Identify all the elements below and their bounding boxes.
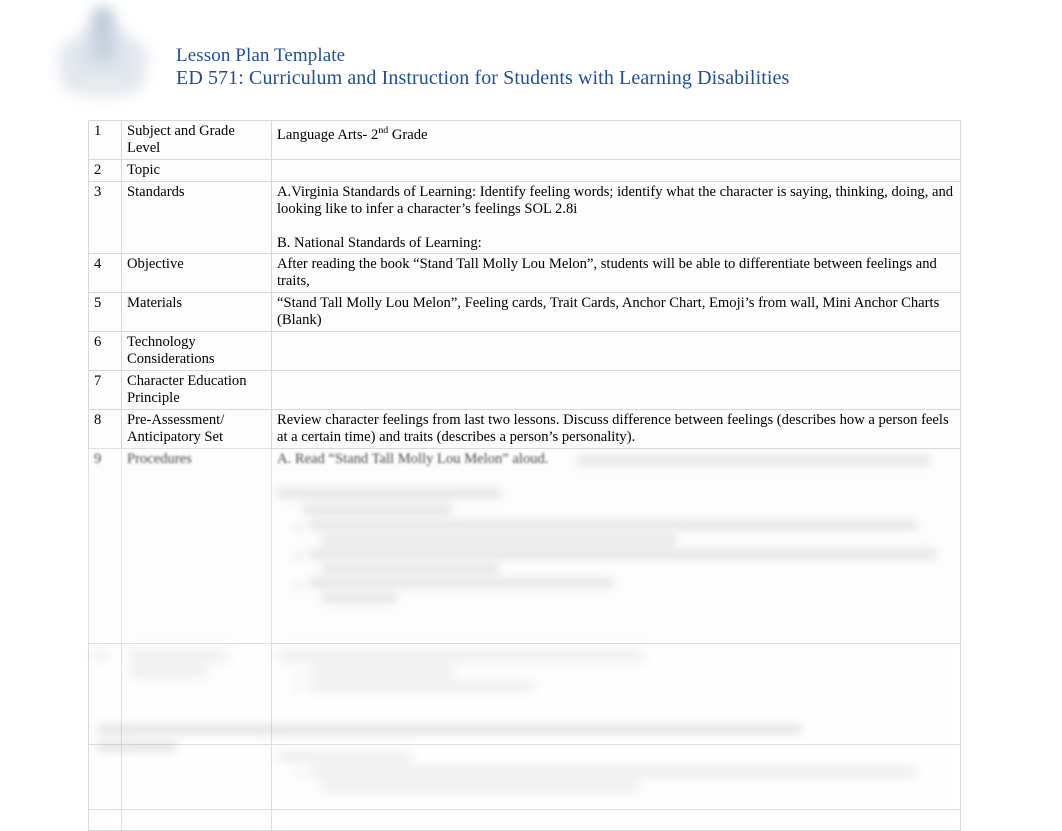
row-content: “Stand Tall Molly Lou Melon”, Feeling ca… <box>271 292 961 333</box>
document-header: Lesson Plan Template ED 571: Curriculum … <box>0 0 1062 110</box>
row-number: 6 <box>88 331 122 371</box>
row-content: A.Virginia Standards of Learning: Identi… <box>271 180 961 255</box>
table-row: 7 Character Education Principle <box>88 369 961 410</box>
row-number: 1 <box>88 120 122 160</box>
subject-text: Language Arts- 2 <box>277 126 379 143</box>
redacted-content-block <box>277 488 956 604</box>
row-label <box>121 808 272 831</box>
row-content: After reading the book “Stand Tall Molly… <box>271 253 961 294</box>
table-row: 6 Technology Considerations <box>88 331 961 371</box>
row-label: Materials <box>121 292 272 333</box>
table-row: 8 Pre-Assessment/ Anticipatory Set Revie… <box>88 408 961 449</box>
row-label: Standards <box>121 180 272 255</box>
row-number <box>88 808 122 831</box>
grade-text: Grade <box>388 126 428 143</box>
table-row: 9 Procedures A. Read “Stand Tall Molly L… <box>88 447 961 644</box>
row-content <box>271 369 961 410</box>
row-label: Technology Considerations <box>121 331 272 371</box>
row-content <box>271 158 961 182</box>
row-content <box>271 808 961 831</box>
row-number: 9 <box>88 447 122 644</box>
page-title: Lesson Plan Template <box>176 45 346 66</box>
table-row: 3 Standards A.Virginia Standards of Lear… <box>88 180 961 255</box>
row-label: Pre-Assessment/ Anticipatory Set <box>121 408 272 449</box>
row-label: Topic <box>121 158 272 182</box>
row-label: Character Education Principle <box>121 369 272 410</box>
row-content: A. Read “Stand Tall Molly Lou Melon” alo… <box>271 447 961 644</box>
row-number: 7 <box>88 369 122 410</box>
university-seal-logo <box>57 2 149 102</box>
standards-national-text: B. National Standards of Learning: <box>277 234 482 251</box>
row-content: Review character feelings from last two … <box>271 408 961 449</box>
table-row <box>88 808 961 831</box>
row-label: Objective <box>121 253 272 294</box>
grade-ordinal-suffix: nd <box>378 125 389 136</box>
footer-redacted-line <box>97 724 801 735</box>
row-content: Language Arts- 2nd Grade <box>271 120 961 160</box>
row-number: 8 <box>88 408 122 449</box>
row-number: 2 <box>88 158 122 182</box>
document-title-block: Lesson Plan Template ED 571: Curriculum … <box>176 44 789 90</box>
footer-redacted-line <box>97 741 177 752</box>
row-number: 5 <box>88 292 122 333</box>
row-number: 4 <box>88 253 122 294</box>
row-label: Subject and Grade Level <box>121 120 272 160</box>
document-footer <box>97 724 897 758</box>
row-content <box>271 331 961 371</box>
redacted-content-block <box>277 455 956 467</box>
table-row: 4 Objective After reading the book “Stan… <box>88 253 961 294</box>
table-row: 2 Topic <box>88 158 961 182</box>
row-number: 3 <box>88 180 122 255</box>
table-row: 5 Materials “Stand Tall Molly Lou Melon”… <box>88 292 961 333</box>
standards-state-text: A.Virginia Standards of Learning: Identi… <box>277 183 954 217</box>
table-row: 1 Subject and Grade Level Language Arts-… <box>88 120 961 160</box>
page-subtitle: ED 571: Curriculum and Instruction for S… <box>176 67 790 89</box>
row-label: Procedures <box>121 447 272 644</box>
